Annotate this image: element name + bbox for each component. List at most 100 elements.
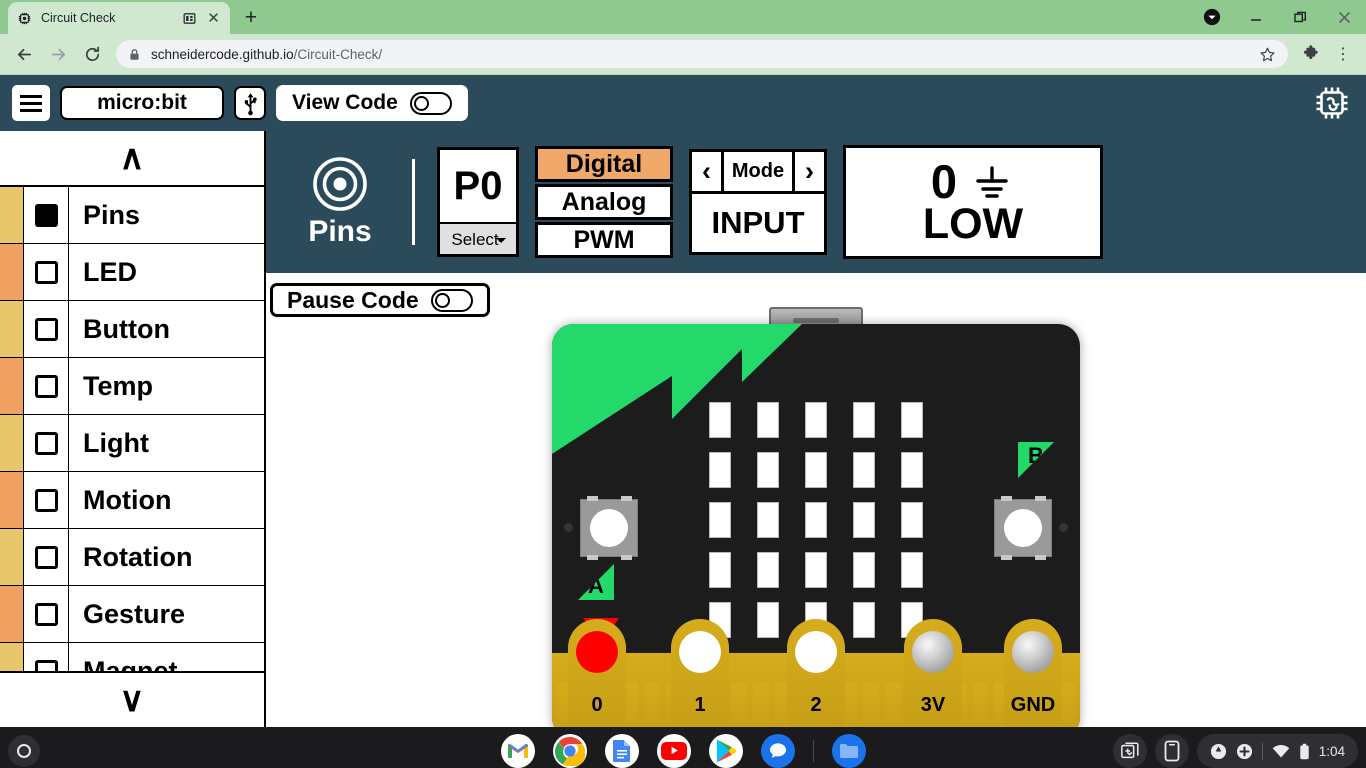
sidebar-stripe [0,529,23,585]
board-selector-button[interactable]: micro:bit [60,86,224,120]
phone-hub-icon[interactable] [1154,734,1189,768]
address-bar[interactable]: schneidercode.github.io/Circuit-Check/ [116,40,1288,68]
play-store-icon[interactable] [708,734,743,768]
button-b-pad [1059,523,1068,532]
shelf-app-list [500,734,866,768]
led-matrix[interactable] [709,402,923,638]
pin-label: 1 [694,694,706,716]
tray-status-area[interactable]: 1:04 [1196,734,1358,768]
clock: 1:04 [1318,743,1345,759]
forward-button[interactable] [42,38,74,70]
sidebar-item-label: Magnet [83,655,178,672]
files-icon[interactable] [831,734,866,768]
sidebar-checkbox-cell[interactable] [23,415,69,471]
hamburger-menu[interactable] [12,85,50,121]
sidebar-stripe [0,472,23,528]
sidebar-item-label: Rotation [83,541,193,572]
usb-icon[interactable] [234,86,266,120]
sidebar-item-pins[interactable]: Pins [0,187,264,244]
maximize-button[interactable] [1278,0,1322,34]
pause-code-switch[interactable] [430,288,473,312]
media-cast-icon[interactable] [182,11,197,26]
sidebar-item-button[interactable]: Button [0,301,264,358]
minimize-button[interactable] [1234,0,1278,34]
sidebar-item-temp[interactable]: Temp [0,358,264,415]
view-code-toggle[interactable]: View Code [276,85,468,121]
mode-prev-button[interactable]: ‹ [692,152,724,191]
sidebar-scroll-down[interactable]: ∨ [0,671,264,727]
checkbox-gesture [34,602,58,626]
signal-mode-digital[interactable]: Digital [535,146,673,182]
close-window-button[interactable] [1322,0,1366,34]
readout-value: 0 [930,155,958,208]
browser-menu-button[interactable]: ⋮ [1328,38,1358,70]
accessibility-icon [1210,743,1226,759]
pin-select-dropdown[interactable]: Select P0 P1 P2 3V GND [440,222,516,254]
pin-pad-3v[interactable]: 3V [904,619,962,739]
sidebar-checkbox-cell[interactable] [23,586,69,642]
pin-pad-0[interactable]: 0 [568,619,626,739]
button-b-label: B [1018,442,1054,478]
profile-avatar[interactable] [1190,0,1234,34]
gmail-icon[interactable] [500,734,535,768]
sidebar-stripe [0,415,23,471]
extensions-icon[interactable] [1296,38,1326,70]
sidebar-checkbox-cell[interactable] [23,244,69,300]
button-a-pad [564,523,573,532]
pin-selector: P0 Select P0 P1 P2 3V GND [437,147,519,257]
pin-pad-2[interactable]: 2 [787,619,845,739]
url-path: /Circuit-Check/ [293,46,383,62]
mode-next-button[interactable]: › [792,152,824,191]
sidebar-checkbox-cell[interactable] [23,301,69,357]
checkbox-button [34,317,58,341]
sidebar-scroll-up[interactable]: ∧ [0,131,264,187]
chip-settings-icon[interactable] [1310,81,1354,125]
pin-pad-1[interactable]: 1 [671,619,729,739]
button-b[interactable] [994,496,1052,560]
bookmark-star-icon[interactable] [1258,45,1276,63]
sidebar-checkbox-cell[interactable] [23,472,69,528]
pin-pad-gnd[interactable]: GND [1004,619,1062,739]
sidebar-item-led[interactable]: LED [0,244,264,301]
sidebar-item-gesture[interactable]: Gesture [0,586,264,643]
led-cell [709,452,731,488]
sidebar-checkbox-cell[interactable] [23,643,69,671]
checkbox-temp [34,374,58,398]
sidebar-item-light[interactable]: Light [0,415,264,472]
sidebar-checkbox-cell[interactable] [23,187,69,243]
sidebar-item-label: Button [83,313,170,344]
circuit-check-app: micro:bit View Code ∧ Pins LED Button Te… [0,75,1366,739]
led-cell [757,602,779,638]
button-a[interactable] [580,496,638,560]
mode-selector: ‹ Mode › INPUT [689,149,827,255]
signal-mode-analog[interactable]: Analog [535,184,673,220]
sidebar-item-magnet[interactable]: Magnet [0,643,264,671]
pause-code-toggle[interactable]: Pause Code [270,283,490,317]
youtube-icon[interactable] [656,734,691,768]
screen-capture-icon[interactable] [1112,734,1147,768]
sidebar-checkbox-cell[interactable] [23,358,69,414]
led-cell [805,552,827,588]
back-button[interactable] [8,38,40,70]
new-tab-button[interactable]: + [236,2,266,32]
led-cell [757,402,779,438]
reload-button[interactable] [76,38,108,70]
led-cell [853,502,875,538]
messages-icon[interactable] [760,734,795,768]
sidebar-item-rotation[interactable]: Rotation [0,529,264,586]
sidebar-stripe [0,244,23,300]
launcher-button[interactable] [8,735,40,767]
browser-tab[interactable]: Circuit Check ✕ [8,2,230,34]
chrome-icon[interactable] [552,734,587,768]
sidebar-stripe [0,358,23,414]
pin-label: 0 [591,694,603,716]
tab-close-icon[interactable]: ✕ [205,10,222,27]
view-code-switch[interactable] [409,91,452,115]
pin-control-bar: Pins P0 Select P0 P1 P2 3V GND Digital [266,131,1366,273]
docs-icon[interactable] [604,734,639,768]
microbit-board[interactable]: A B 0 1 2 3V GND [552,324,1080,739]
sidebar-item-motion[interactable]: Motion [0,472,264,529]
signal-mode-pwm[interactable]: PWM [535,222,673,258]
sidebar-checkbox-cell[interactable] [23,529,69,585]
pin-hole-0 [576,631,618,673]
